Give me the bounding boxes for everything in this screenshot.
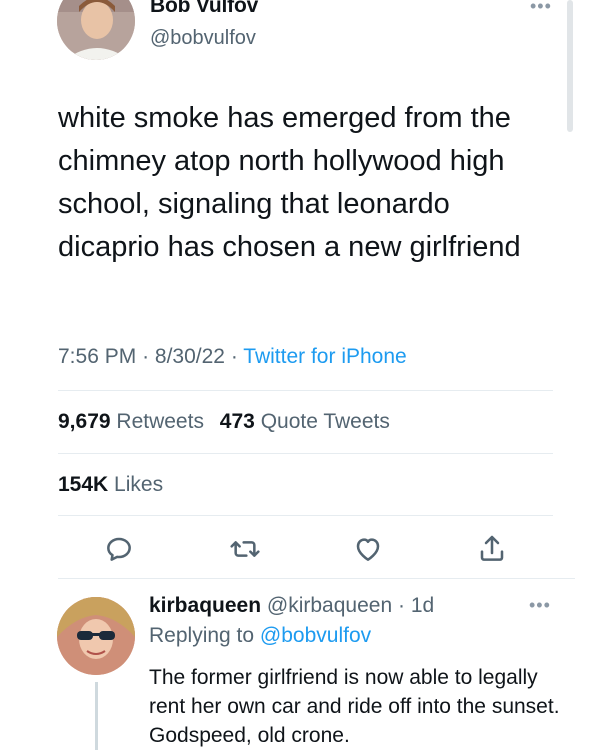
avatar-photo [57, 597, 135, 675]
tweet-stats: 9,679 Retweets 473 Quote Tweets [58, 410, 390, 434]
quotes-count: 473 [219, 410, 255, 433]
reply-text: The former girlfriend is now able to leg… [149, 666, 560, 747]
scrollbar[interactable] [567, 0, 573, 132]
reply-more-options-icon[interactable]: ••• [529, 595, 551, 616]
likes-stat[interactable]: 154K Likes [58, 473, 163, 497]
reply-author-avatar[interactable] [57, 597, 135, 675]
share-button[interactable] [476, 533, 508, 565]
reply-handle[interactable]: @kirbaqueen [267, 594, 392, 617]
more-options-icon[interactable]: ••• [530, 0, 552, 17]
author-avatar[interactable] [57, 0, 135, 60]
reply-icon [107, 537, 131, 561]
like-button[interactable] [352, 533, 384, 565]
reply-age[interactable]: 1d [411, 594, 434, 617]
reply-header: kirbaqueen @kirbaqueen · 1d [149, 594, 434, 618]
tweet-date[interactable]: 8/30/22 [155, 345, 225, 368]
tweet-meta: 7:56 PM · 8/30/22 · Twitter for iPhone [58, 345, 407, 369]
divider [58, 390, 553, 391]
divider [58, 578, 575, 579]
likes-count: 154K [58, 473, 109, 496]
share-icon [480, 535, 504, 561]
divider [58, 515, 553, 516]
retweets-stat[interactable]: 9,679 Retweets [58, 410, 204, 433]
divider [58, 453, 553, 454]
meta-separator: · [397, 594, 405, 617]
tweet-text: white smoke has emerged from the chimney… [58, 102, 521, 263]
thread-line [95, 682, 98, 750]
likes-label: Likes [114, 473, 164, 496]
avatar-photo [57, 0, 135, 60]
replying-prefix: Replying to [149, 624, 255, 647]
tweet-time[interactable]: 7:56 PM [58, 345, 136, 368]
replying-to-handle[interactable]: @bobvulfov [260, 624, 371, 647]
like-icon [356, 538, 380, 561]
quote-tweets-stat[interactable]: 473 Quote Tweets [220, 410, 390, 433]
reply-button[interactable] [103, 533, 135, 565]
reply-display-name[interactable]: kirbaqueen [149, 594, 261, 617]
tweet-source[interactable]: Twitter for iPhone [243, 345, 406, 368]
retweets-count: 9,679 [58, 410, 111, 433]
meta-separator: · [142, 345, 150, 368]
retweet-icon [230, 541, 260, 557]
retweet-button[interactable] [229, 533, 261, 565]
quotes-label: Quote Tweets [260, 410, 390, 433]
meta-separator: · [230, 345, 238, 368]
author-display-name[interactable]: Bob Vulfov [150, 0, 258, 18]
retweets-label: Retweets [116, 410, 204, 433]
author-handle[interactable]: @bobvulfov [150, 27, 256, 50]
replying-to: Replying to @bobvulfov [149, 624, 371, 648]
